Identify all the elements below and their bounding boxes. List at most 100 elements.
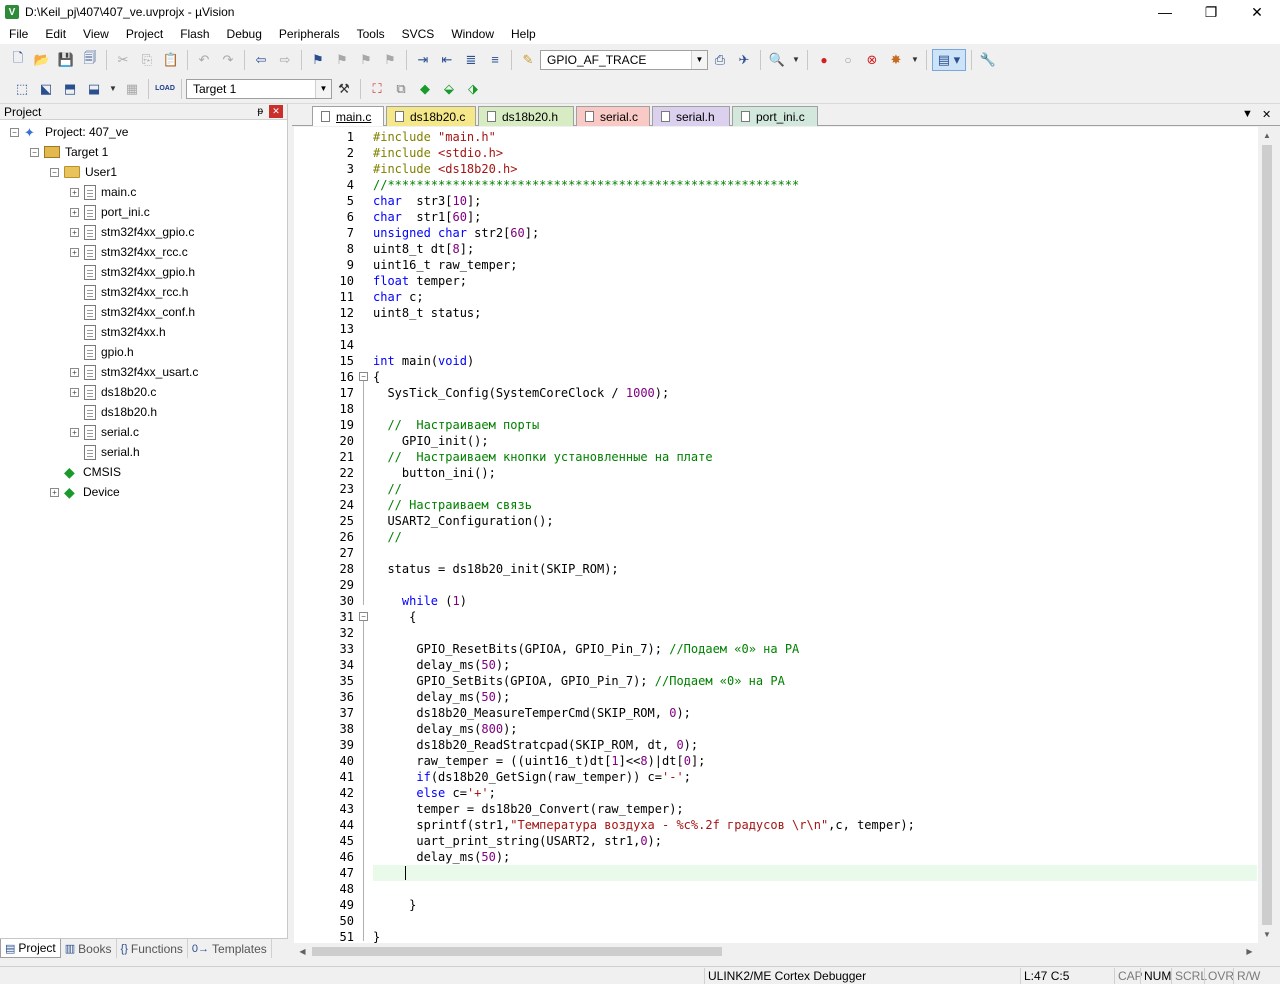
expand-icon[interactable]: + — [70, 187, 79, 197]
menu-window[interactable]: Window — [442, 24, 502, 44]
tree-item[interactable]: ds18b20.h — [0, 402, 287, 422]
tree-item[interactable]: stm32f4xx.h — [0, 322, 287, 342]
select-packs-icon[interactable]: ◆ — [414, 78, 436, 100]
tree-item[interactable]: + port_ini.c — [0, 202, 287, 222]
editor-tab[interactable]: ds18b20.h — [478, 106, 574, 126]
scroll-down-icon[interactable]: ▼ — [1258, 926, 1276, 943]
chevron-down-icon[interactable]: ▼ — [909, 49, 921, 71]
tree-item[interactable]: ◆ CMSIS — [0, 462, 287, 482]
tree-item[interactable]: + stm32f4xx_gpio.c — [0, 222, 287, 242]
editor-tab[interactable]: ds18b20.c — [386, 106, 476, 126]
pack-installer-icon[interactable]: ⬙ — [438, 78, 460, 100]
menu-peripherals[interactable]: Peripherals — [270, 24, 348, 44]
target-combo[interactable]: Target 1 ▼ — [186, 78, 332, 99]
collapse-icon[interactable]: − — [10, 127, 19, 137]
menu-help[interactable]: Help — [502, 24, 544, 44]
next-bookmark-icon[interactable]: ⚑ — [355, 49, 377, 71]
close-panel-icon[interactable]: ✕ — [269, 105, 283, 118]
chevron-down-icon[interactable]: ▼ — [691, 50, 707, 69]
batch-build-icon[interactable]: ⬓ — [83, 78, 105, 100]
save-icon[interactable]: 💾 — [55, 49, 77, 71]
hscroll-thumb[interactable] — [312, 947, 722, 956]
disable-breakpoint-icon[interactable]: ○ — [837, 49, 859, 71]
stop-build-icon[interactable]: ▦ — [121, 78, 143, 100]
tree-item[interactable]: + stm32f4xx_usart.c — [0, 362, 287, 382]
clear-bookmarks-icon[interactable]: ⚑ — [379, 49, 401, 71]
menu-flash[interactable]: Flash — [171, 24, 217, 44]
find-in-files-icon[interactable]: ⎙ — [709, 49, 731, 71]
uncomment-icon[interactable]: ≡ — [484, 49, 506, 71]
tree-item[interactable]: + stm32f4xx_rcc.c — [0, 242, 287, 262]
menu-debug[interactable]: Debug — [218, 24, 270, 44]
minimize-button[interactable]: — — [1142, 0, 1188, 24]
tab-dropdown-icon[interactable]: ▼ — [1242, 108, 1253, 120]
fold-collapse-icon[interactable]: − — [359, 372, 368, 381]
outdent-icon[interactable]: ⇤ — [436, 49, 458, 71]
code-editor[interactable]: 1 2 3 4 5 6 7 8 9 10 11 12 13 14 15 16 17 18 19 20 21 22 23 24 2… — [294, 127, 1258, 943]
expand-icon[interactable]: + — [70, 207, 79, 217]
save-all-icon[interactable]: 🗐 — [79, 49, 101, 71]
scroll-up-icon[interactable]: ▲ — [1258, 127, 1276, 144]
menu-svcs[interactable]: SVCS — [393, 24, 443, 44]
maximize-button[interactable]: ❐ — [1188, 0, 1234, 24]
editor-tab[interactable]: serial.c — [576, 106, 650, 126]
disable-all-breakpoints-icon[interactable]: ⊗ — [861, 49, 883, 71]
expand-icon[interactable]: + — [70, 427, 79, 437]
redo-icon[interactable]: ↷ — [217, 49, 239, 71]
comment-icon[interactable]: ≣ — [460, 49, 482, 71]
tree-item[interactable]: − ✦ Project: 407_ve — [0, 122, 287, 142]
wrench-icon[interactable]: 🔧 — [977, 49, 999, 71]
nav-back-icon[interactable]: ⇦ — [250, 49, 272, 71]
menu-project[interactable]: Project — [117, 24, 171, 44]
close-tab-icon[interactable]: ✕ — [1262, 108, 1271, 121]
software-packs-icon[interactable]: ⬗ — [462, 78, 484, 100]
expand-icon[interactable]: + — [70, 367, 79, 377]
collapse-icon[interactable]: − — [30, 147, 39, 157]
cut-icon[interactable]: ✂ — [112, 49, 134, 71]
panel-tab-books[interactable]: ▥ Books — [61, 939, 117, 958]
tree-item[interactable]: + main.c — [0, 182, 287, 202]
tree-item[interactable]: serial.h — [0, 442, 287, 462]
menu-edit[interactable]: Edit — [36, 24, 74, 44]
chevron-down-icon[interactable]: ▼ — [790, 49, 802, 71]
manage-components-icon[interactable]: ⛶ — [366, 78, 388, 100]
tree-item[interactable]: stm32f4xx_rcc.h — [0, 282, 287, 302]
expand-icon[interactable]: + — [70, 387, 79, 397]
tree-item[interactable]: gpio.h — [0, 342, 287, 362]
open-folder-icon[interactable]: 📂 — [31, 49, 53, 71]
pin-icon[interactable]: ᵽ — [257, 106, 263, 117]
menu-view[interactable]: View — [74, 24, 117, 44]
bookmark-icon[interactable]: ⚑ — [307, 49, 329, 71]
tree-item[interactable]: − Target 1 — [0, 142, 287, 162]
tree-item[interactable]: − User1 — [0, 162, 287, 182]
rebuild-icon[interactable]: ⬒ — [59, 78, 81, 100]
collapse-icon[interactable]: − — [50, 167, 59, 177]
paste-icon[interactable]: 📋 — [160, 49, 182, 71]
tree-item[interactable]: + ◆ Device — [0, 482, 287, 502]
expand-icon[interactable]: + — [70, 227, 79, 237]
expand-icon[interactable]: + — [70, 247, 79, 257]
kill-breakpoints-icon[interactable]: ✸ — [885, 49, 907, 71]
tree-item[interactable]: stm32f4xx_gpio.h — [0, 262, 287, 282]
find-combo[interactable]: GPIO_AF_TRACE ▼ — [540, 49, 708, 70]
editor-tab[interactable]: main.c — [312, 106, 384, 126]
menu-tools[interactable]: Tools — [348, 24, 393, 44]
indent-icon[interactable]: ⇥ — [412, 49, 434, 71]
tree-item[interactable]: stm32f4xx_conf.h — [0, 302, 287, 322]
fold-collapse-icon[interactable]: − — [359, 612, 368, 621]
panel-tab-project[interactable]: ▤ Project — [0, 939, 61, 958]
menu-file[interactable]: File — [0, 24, 36, 44]
tree-item[interactable]: + serial.c — [0, 422, 287, 442]
editor-tab[interactable]: port_ini.c — [732, 106, 818, 126]
new-file-icon[interactable]: 🗋 — [7, 49, 29, 71]
target-options-icon[interactable]: ⚒ — [333, 78, 355, 100]
file-extensions-icon[interactable]: ⧉ — [390, 78, 412, 100]
editor-tab[interactable]: serial.h — [652, 106, 730, 126]
incremental-find-icon[interactable]: ✈ — [733, 49, 755, 71]
window-layout-icon[interactable]: ▤ ▾ — [932, 48, 966, 71]
undo-icon[interactable]: ↶ — [193, 49, 215, 71]
scroll-right-icon[interactable]: ▶ — [1241, 943, 1258, 960]
load-icon[interactable]: LOAD — [154, 78, 176, 100]
nav-forward-icon[interactable]: ⇨ — [274, 49, 296, 71]
vertical-scrollbar[interactable]: ▲ ▼ — [1258, 127, 1276, 943]
